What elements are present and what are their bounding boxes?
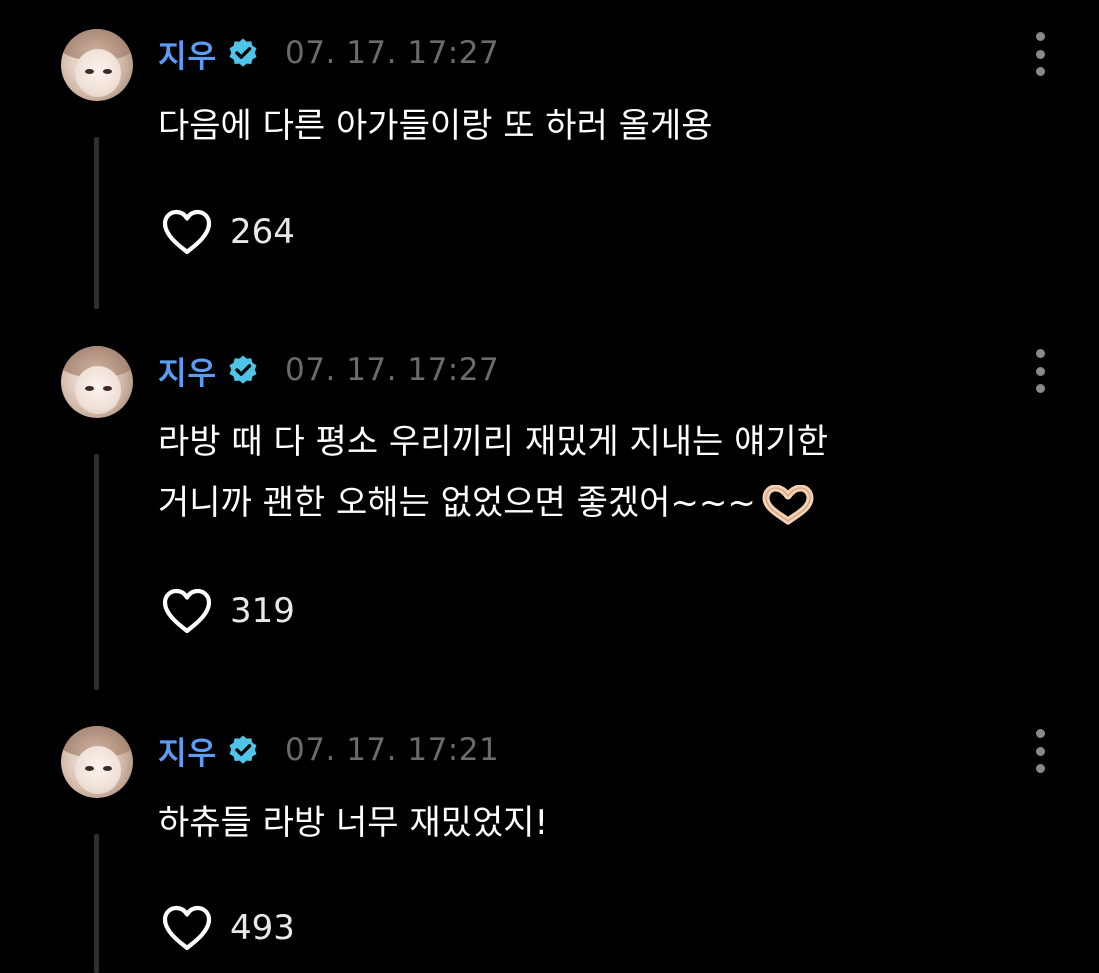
timestamp: 07. 17. 17:27 xyxy=(285,352,500,388)
comment-text: 라방 때 다 평소 우리끼리 재밌게 지내는 얘기한 거니까 괜한 오해는 없었… xyxy=(158,412,828,534)
more-vertical-icon xyxy=(1035,384,1045,393)
like-row: 493 xyxy=(160,903,295,953)
avatar-eye xyxy=(85,766,94,771)
comment-text-line: 하츄들 라방 너무 재밌었지! xyxy=(158,803,549,843)
avatar-eye xyxy=(103,386,112,391)
comment-text: 다음에 다른 아가들이랑 또 하러 올게용 xyxy=(158,96,713,157)
avatar-face xyxy=(75,746,121,794)
comment-header: 지우 07. 17. 17:27 xyxy=(158,348,500,393)
like-count: 264 xyxy=(230,212,295,252)
verified-badge-icon xyxy=(229,355,257,384)
thread-line xyxy=(94,454,99,690)
username[interactable]: 지우 xyxy=(158,348,217,393)
avatar-eye xyxy=(85,386,94,391)
avatar-eye xyxy=(85,69,94,74)
verified-badge-icon xyxy=(229,735,257,764)
more-vertical-icon xyxy=(1035,349,1045,358)
more-vertical-icon xyxy=(1035,764,1045,773)
like-row: 264 xyxy=(160,207,295,257)
more-vertical-icon xyxy=(1035,729,1045,738)
comment-header: 지우 07. 17. 17:27 xyxy=(158,31,500,76)
username[interactable]: 지우 xyxy=(158,728,217,773)
more-options-button[interactable] xyxy=(1030,32,1050,76)
avatar-eye xyxy=(103,766,112,771)
comment-text: 하츄들 라방 너무 재밌었지! xyxy=(158,793,548,854)
avatar-face xyxy=(75,366,121,414)
more-vertical-icon xyxy=(1035,49,1045,59)
more-vertical-icon xyxy=(1035,67,1045,76)
comment-text-line: 거니까 괜한 오해는 없었으면 좋겠어~~~ xyxy=(158,473,828,534)
username[interactable]: 지우 xyxy=(158,31,217,76)
timestamp: 07. 17. 17:21 xyxy=(285,732,500,768)
more-options-button[interactable] xyxy=(1030,349,1050,393)
like-row: 319 xyxy=(160,586,295,636)
more-vertical-icon xyxy=(1035,366,1045,376)
heart-outline-icon[interactable] xyxy=(160,587,214,635)
avatar[interactable] xyxy=(61,29,133,101)
comment-text-line-content: 거니까 괜한 오해는 없었으면 좋겠어~~~ xyxy=(158,483,756,523)
more-options-button[interactable] xyxy=(1030,729,1050,773)
comment-text-line: 다음에 다른 아가들이랑 또 하러 올게용 xyxy=(158,106,713,146)
avatar[interactable] xyxy=(61,726,133,798)
avatar[interactable] xyxy=(61,346,133,418)
like-count: 493 xyxy=(230,908,295,948)
avatar-eye xyxy=(103,69,112,74)
like-count: 319 xyxy=(230,591,295,631)
more-vertical-icon xyxy=(1035,746,1045,756)
comment-header: 지우 07. 17. 17:21 xyxy=(158,728,500,773)
heart-outline-icon[interactable] xyxy=(160,904,214,952)
heart-outline-icon[interactable] xyxy=(160,208,214,256)
heart-hands-emoji xyxy=(762,484,814,524)
avatar-face xyxy=(75,49,121,97)
thread-line xyxy=(94,834,99,973)
thread-line xyxy=(94,137,99,309)
more-vertical-icon xyxy=(1035,32,1045,41)
timestamp: 07. 17. 17:27 xyxy=(285,35,500,71)
verified-badge-icon xyxy=(229,38,257,67)
comment-text-line: 라방 때 다 평소 우리끼리 재밌게 지내는 얘기한 xyxy=(158,422,828,462)
